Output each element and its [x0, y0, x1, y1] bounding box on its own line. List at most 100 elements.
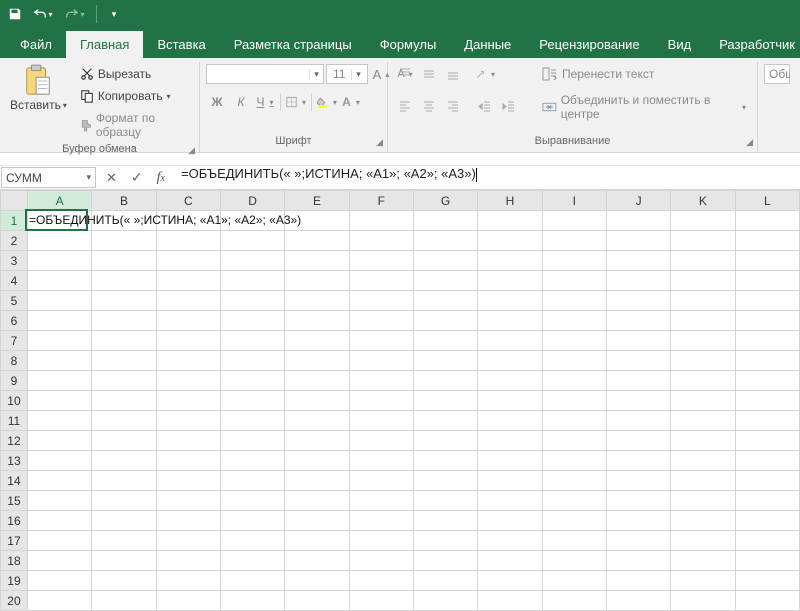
cell[interactable]	[606, 331, 670, 351]
cell[interactable]	[92, 571, 156, 591]
cell[interactable]	[671, 391, 735, 411]
undo-button[interactable]: ▾	[28, 3, 58, 25]
cell[interactable]	[478, 351, 542, 371]
cell[interactable]	[542, 251, 606, 271]
cell[interactable]	[413, 291, 477, 311]
align-middle-button[interactable]	[418, 64, 440, 84]
paste-button[interactable]: Вставить▾	[6, 62, 71, 114]
cell[interactable]	[92, 231, 156, 251]
cell[interactable]	[606, 351, 670, 371]
cell[interactable]	[27, 291, 91, 311]
customize-qat-button[interactable]: ▾	[103, 3, 125, 25]
cell[interactable]	[220, 511, 284, 531]
cell[interactable]	[606, 451, 670, 471]
tab-home[interactable]: Главная	[66, 31, 143, 58]
cell[interactable]	[27, 371, 91, 391]
cell[interactable]	[606, 371, 670, 391]
cell[interactable]	[285, 271, 349, 291]
row-header[interactable]: 2	[1, 231, 28, 251]
enter-formula-button[interactable]: ✓	[131, 169, 143, 186]
cell[interactable]	[735, 411, 799, 431]
cell[interactable]	[220, 411, 284, 431]
cell[interactable]	[413, 271, 477, 291]
cell[interactable]	[735, 371, 799, 391]
cell[interactable]	[606, 531, 670, 551]
wrap-text-button[interactable]: Перенести текст	[537, 64, 751, 84]
cell[interactable]	[735, 571, 799, 591]
cell[interactable]	[349, 311, 413, 331]
cell[interactable]	[349, 251, 413, 271]
cell[interactable]	[285, 311, 349, 331]
cell[interactable]	[156, 431, 220, 451]
cell[interactable]	[542, 291, 606, 311]
cell[interactable]	[542, 431, 606, 451]
cell[interactable]	[156, 251, 220, 271]
orientation-button[interactable]: ▾	[474, 64, 496, 84]
cut-button[interactable]: Вырезать	[75, 64, 193, 84]
cell[interactable]	[413, 411, 477, 431]
cell[interactable]	[220, 251, 284, 271]
cell[interactable]	[671, 511, 735, 531]
cell[interactable]	[349, 271, 413, 291]
cell[interactable]	[220, 271, 284, 291]
cell[interactable]	[671, 571, 735, 591]
cell[interactable]	[413, 531, 477, 551]
cell[interactable]	[27, 231, 91, 251]
cell[interactable]	[220, 311, 284, 331]
cell[interactable]	[27, 391, 91, 411]
cell[interactable]	[413, 451, 477, 471]
bold-button[interactable]: Ж	[206, 92, 228, 112]
cell[interactable]	[478, 331, 542, 351]
cell[interactable]	[220, 551, 284, 571]
cell[interactable]	[220, 291, 284, 311]
cell[interactable]	[27, 411, 91, 431]
cell[interactable]	[156, 211, 220, 231]
font-launcher[interactable]: ◢	[376, 135, 383, 149]
row-header[interactable]: 8	[1, 351, 28, 371]
row-header[interactable]: 13	[1, 451, 28, 471]
cell[interactable]	[92, 211, 156, 231]
cell[interactable]	[542, 491, 606, 511]
cell[interactable]	[671, 351, 735, 371]
cell[interactable]	[413, 491, 477, 511]
row-header[interactable]: 4	[1, 271, 28, 291]
cell[interactable]	[413, 251, 477, 271]
cell[interactable]	[413, 351, 477, 371]
col-header[interactable]: F	[349, 191, 413, 211]
cell[interactable]	[285, 231, 349, 251]
cell[interactable]	[735, 291, 799, 311]
cell[interactable]	[478, 511, 542, 531]
number-format-combo[interactable]: Общ	[764, 64, 790, 84]
cell[interactable]	[349, 431, 413, 451]
save-button[interactable]	[4, 3, 26, 25]
cell[interactable]	[27, 271, 91, 291]
cell[interactable]	[156, 291, 220, 311]
cell[interactable]	[478, 451, 542, 471]
cell[interactable]	[478, 531, 542, 551]
cell[interactable]	[606, 491, 670, 511]
cell[interactable]	[220, 471, 284, 491]
cell[interactable]	[156, 391, 220, 411]
align-left-button[interactable]	[394, 96, 416, 116]
cell[interactable]	[220, 331, 284, 351]
cell[interactable]	[27, 351, 91, 371]
cell[interactable]	[735, 531, 799, 551]
name-box[interactable]: СУММ ▾	[1, 167, 96, 188]
cell[interactable]	[542, 231, 606, 251]
cell[interactable]	[542, 311, 606, 331]
cell[interactable]	[542, 531, 606, 551]
font-color-button[interactable]: A▾	[340, 92, 362, 112]
cell[interactable]	[413, 391, 477, 411]
cell[interactable]	[27, 511, 91, 531]
cell[interactable]	[606, 431, 670, 451]
cell[interactable]	[478, 571, 542, 591]
col-header[interactable]: D	[220, 191, 284, 211]
tab-developer[interactable]: Разработчик	[705, 31, 800, 58]
cell[interactable]	[349, 511, 413, 531]
cell[interactable]	[285, 371, 349, 391]
cell[interactable]	[606, 291, 670, 311]
cell[interactable]	[606, 511, 670, 531]
cell[interactable]	[542, 511, 606, 531]
cell[interactable]	[542, 451, 606, 471]
clipboard-launcher[interactable]: ◢	[188, 143, 195, 157]
